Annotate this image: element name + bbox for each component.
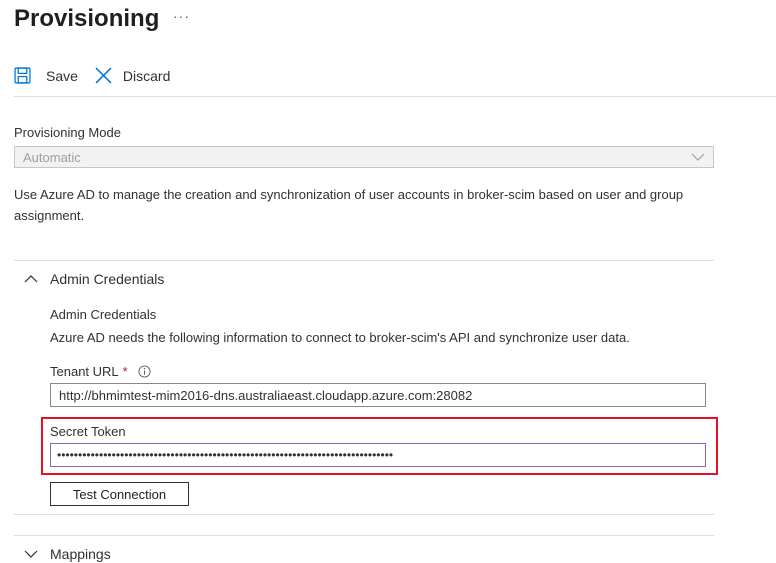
admin-credentials-section-label: Admin Credentials: [50, 271, 165, 287]
admin-credentials-title: Admin Credentials: [50, 307, 157, 322]
test-connection-button[interactable]: Test Connection: [50, 482, 189, 506]
mappings-section-header[interactable]: Mappings: [24, 546, 111, 562]
section-divider: [14, 535, 714, 536]
section-divider: [14, 260, 714, 261]
save-button[interactable]: Save: [14, 67, 78, 85]
close-icon: [95, 67, 113, 85]
discard-button[interactable]: Discard: [95, 67, 170, 85]
more-options-button[interactable]: ···: [173, 8, 190, 24]
tenant-url-label: Tenant URL *: [50, 364, 151, 379]
admin-credentials-description: Azure AD needs the following information…: [50, 330, 630, 345]
save-icon: [14, 67, 32, 85]
discard-label: Discard: [122, 68, 171, 84]
provisioning-mode-value: Automatic: [23, 150, 81, 165]
page-title: Provisioning: [14, 5, 160, 32]
chevron-up-icon: [24, 272, 38, 286]
chevron-down-icon: [24, 547, 38, 561]
provisioning-description: Use Azure AD to manage the creation and …: [14, 187, 684, 223]
toolbar-divider: [14, 96, 776, 97]
provisioning-mode-label: Provisioning Mode: [14, 125, 121, 140]
section-divider: [14, 514, 714, 515]
required-marker: *: [122, 364, 128, 379]
secret-token-label: Secret Token: [50, 424, 126, 439]
chevron-down-icon: [691, 150, 705, 164]
admin-credentials-section-header[interactable]: Admin Credentials: [24, 271, 164, 287]
secret-token-input[interactable]: [50, 443, 706, 467]
mappings-section-label: Mappings: [50, 546, 111, 562]
toolbar: Save Discard: [14, 67, 170, 85]
provisioning-mode-select[interactable]: Automatic: [14, 146, 714, 168]
tenant-url-input[interactable]: [50, 383, 706, 407]
tenant-url-label-text: Tenant URL: [50, 364, 119, 379]
save-label: Save: [46, 68, 78, 84]
info-icon[interactable]: [138, 365, 151, 378]
